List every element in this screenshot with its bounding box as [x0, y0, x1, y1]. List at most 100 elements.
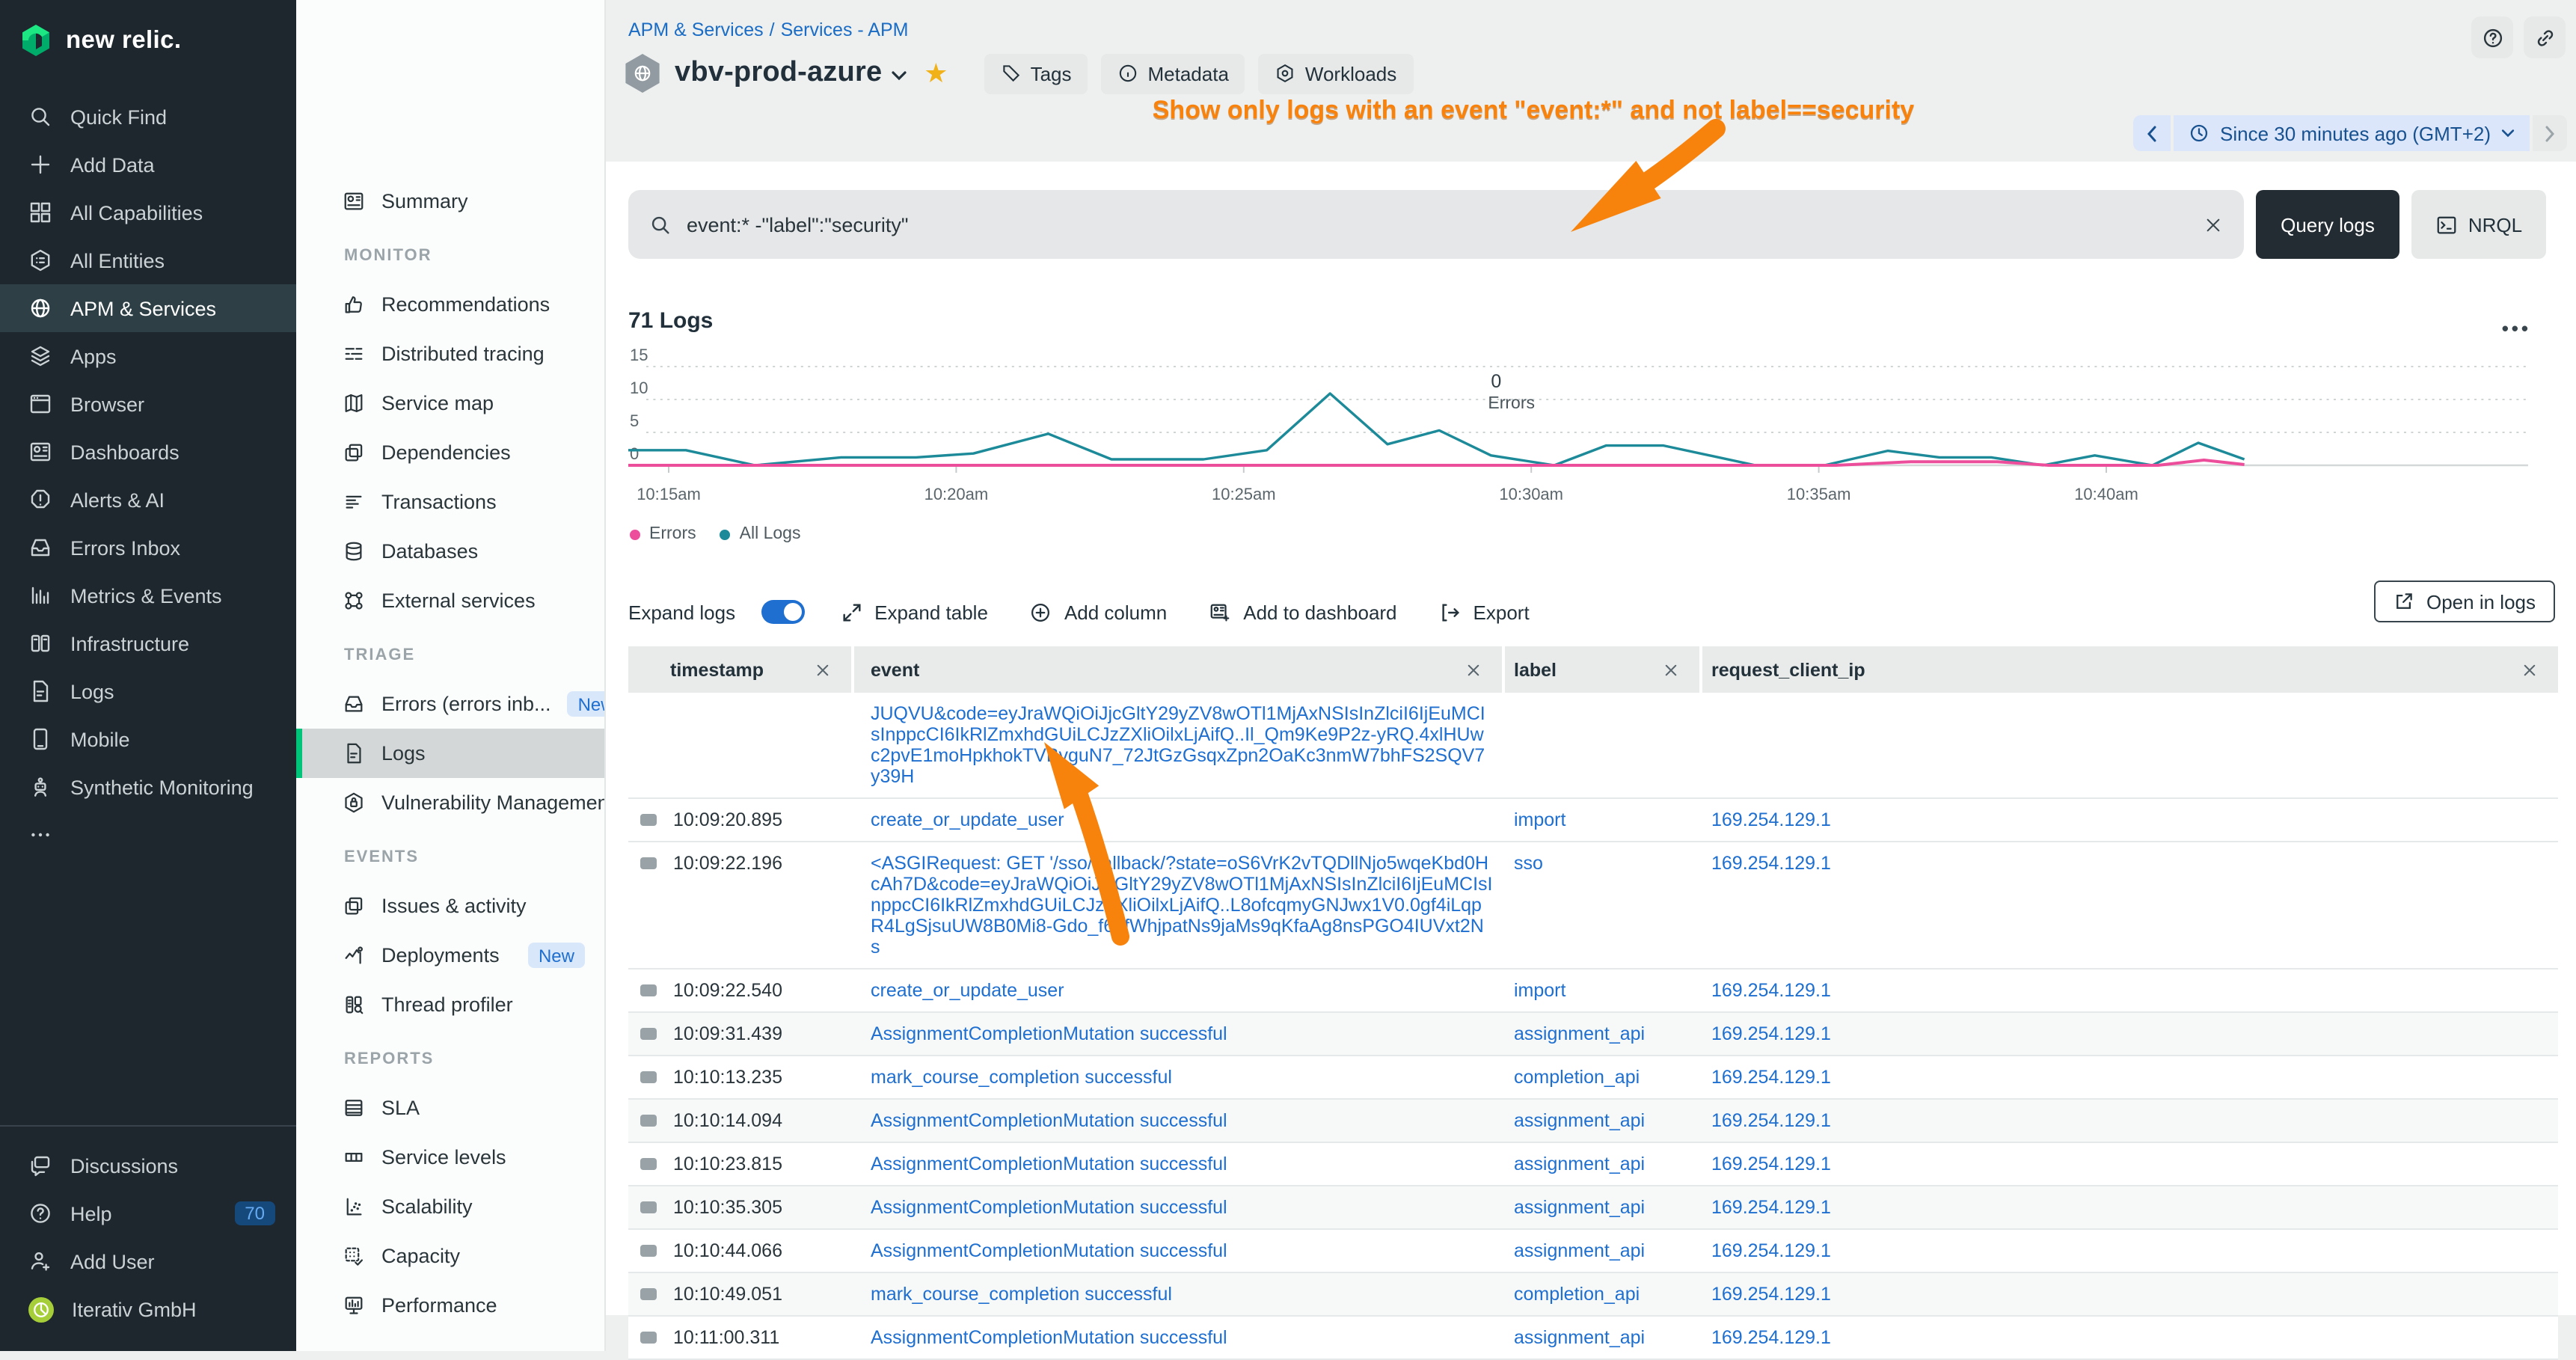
add-column-button[interactable]: Add column: [1030, 601, 1167, 623]
log-event-link[interactable]: <ASGIRequest: GET '/sso/callback/?state=…: [871, 853, 1493, 958]
subnav-item-service-levels[interactable]: Service levels: [296, 1133, 604, 1182]
sidebar-item-help[interactable]: Help70: [0, 1189, 296, 1237]
log-row[interactable]: JUQVU&code=eyJraWQiOiJjcGltY29yZV8wOTl1M…: [628, 693, 2558, 799]
sidebar-item-logs[interactable]: Logs: [0, 667, 296, 715]
subnav-item-deployments[interactable]: DeploymentsNew: [296, 931, 604, 980]
remove-column-icon[interactable]: [1466, 662, 1481, 677]
log-ip-link[interactable]: 169.254.129.1: [1711, 1327, 1831, 1348]
log-ip-link[interactable]: 169.254.129.1: [1711, 980, 1831, 1001]
log-row[interactable]: 10:10:49.051mark_course_completion succe…: [628, 1273, 2558, 1317]
log-label-link[interactable]: completion_api: [1514, 1284, 1640, 1305]
subnav-item-service-map[interactable]: Service map: [296, 379, 604, 428]
log-label-link[interactable]: import: [1514, 980, 1565, 1001]
log-event-link[interactable]: AssignmentCompletionMutation successful: [871, 1110, 1227, 1131]
open-in-logs-button[interactable]: Open in logs: [2374, 581, 2555, 622]
log-label-link[interactable]: assignment_api: [1514, 1197, 1645, 1218]
subnav-item-summary[interactable]: Summary: [296, 177, 604, 226]
query-logs-button[interactable]: Query logs: [2256, 190, 2399, 259]
log-event-link[interactable]: AssignmentCompletionMutation successful: [871, 1240, 1227, 1261]
log-label-link[interactable]: assignment_api: [1514, 1023, 1645, 1044]
log-row[interactable]: 10:09:22.196<ASGIRequest: GET '/sso/call…: [628, 842, 2558, 970]
sidebar-item-browser[interactable]: Browser: [0, 380, 296, 428]
subnav-item-scalability[interactable]: Scalability: [296, 1182, 604, 1231]
column-header-label[interactable]: label: [1505, 646, 1702, 693]
log-ip-link[interactable]: 169.254.129.1: [1711, 1023, 1831, 1044]
subnav-item-logs[interactable]: Logs: [296, 729, 604, 778]
subnav-item-issues-activity[interactable]: Issues & activity: [296, 881, 604, 931]
log-row[interactable]: 10:09:22.540create_or_update_userimport1…: [628, 970, 2558, 1013]
sidebar-item-synthetic-monitoring[interactable]: Synthetic Monitoring: [0, 763, 296, 811]
log-event-link[interactable]: AssignmentCompletionMutation successful: [871, 1197, 1227, 1218]
sidebar-item-apm-services[interactable]: APM & Services: [0, 284, 296, 332]
sidebar-item-infrastructure[interactable]: Infrastructure: [0, 619, 296, 667]
log-row[interactable]: 10:11:00.311AssignmentCompletionMutation…: [628, 1317, 2558, 1360]
time-picker[interactable]: Since 30 minutes ago (GMT+2): [2133, 115, 2567, 151]
log-row[interactable]: 10:09:31.439AssignmentCompletionMutation…: [628, 1013, 2558, 1056]
remove-column-icon[interactable]: [1663, 662, 1678, 677]
time-forward-button[interactable]: [2533, 115, 2567, 151]
help-button[interactable]: [2471, 16, 2513, 58]
subnav-item-sla[interactable]: SLA: [296, 1083, 604, 1133]
subnav-item-vulnerability-management[interactable]: Vulnerability Management: [296, 778, 604, 827]
log-event-link[interactable]: mark_course_completion successful: [871, 1284, 1172, 1305]
log-label-link[interactable]: assignment_api: [1514, 1154, 1645, 1174]
sidebar-item-all-entities[interactable]: All Entities: [0, 236, 296, 284]
log-ip-link[interactable]: 169.254.129.1: [1711, 809, 1831, 830]
entity-title[interactable]: vbv-prod-azure: [675, 57, 882, 90]
nrql-button[interactable]: NRQL: [2411, 190, 2546, 259]
log-event-link[interactable]: mark_course_completion successful: [871, 1067, 1172, 1088]
subnav-item-capacity[interactable]: Capacity: [296, 1231, 604, 1281]
log-ip-link[interactable]: 169.254.129.1: [1711, 1154, 1831, 1174]
breadcrumb-services-apm[interactable]: Services - APM: [781, 19, 909, 40]
subnav-item-dependencies[interactable]: Dependencies: [296, 428, 604, 477]
sidebar-item-metrics-events[interactable]: Metrics & Events: [0, 572, 296, 619]
log-event-link[interactable]: AssignmentCompletionMutation successful: [871, 1327, 1227, 1348]
legend-item-errors[interactable]: Errors: [630, 525, 696, 543]
log-ip-link[interactable]: 169.254.129.1: [1711, 1284, 1831, 1305]
remove-column-icon[interactable]: [815, 662, 830, 677]
chart-options-icon[interactable]: •••: [2502, 317, 2531, 340]
sidebar-item-errors-inbox[interactable]: Errors Inbox: [0, 524, 296, 572]
log-row[interactable]: 10:10:23.815AssignmentCompletionMutation…: [628, 1143, 2558, 1186]
log-ip-link[interactable]: 169.254.129.1: [1711, 1110, 1831, 1131]
workloads-button[interactable]: Workloads: [1259, 53, 1413, 94]
sidebar-item-mobile[interactable]: Mobile: [0, 715, 296, 763]
log-row[interactable]: 10:10:44.066AssignmentCompletionMutation…: [628, 1230, 2558, 1273]
subnav-item-recommendations[interactable]: Recommendations: [296, 280, 604, 329]
remove-column-icon[interactable]: [2522, 662, 2537, 677]
time-back-button[interactable]: [2133, 115, 2171, 151]
permalink-button[interactable]: [2524, 16, 2566, 58]
log-event-link[interactable]: create_or_update_user: [871, 809, 1064, 830]
clear-search-icon[interactable]: [2204, 215, 2223, 234]
breadcrumb-apm-services[interactable]: APM & Services: [628, 19, 764, 40]
sidebar-item-more[interactable]: [0, 811, 296, 859]
sidebar-item-all-capabilities[interactable]: All Capabilities: [0, 189, 296, 236]
sidebar-item-apps[interactable]: Apps: [0, 332, 296, 380]
log-event-link[interactable]: AssignmentCompletionMutation successful: [871, 1154, 1227, 1174]
sidebar-item-quick-find[interactable]: Quick Find: [0, 93, 296, 141]
log-ip-link[interactable]: 169.254.129.1: [1711, 1240, 1831, 1261]
log-label-link[interactable]: assignment_api: [1514, 1327, 1645, 1348]
sidebar-item-discussions[interactable]: Discussions: [0, 1142, 296, 1189]
column-header-event[interactable]: event: [854, 646, 1505, 693]
favorite-star-icon[interactable]: ★: [924, 58, 948, 89]
log-row[interactable]: 10:10:14.094AssignmentCompletionMutation…: [628, 1100, 2558, 1143]
subnav-item-performance[interactable]: Performance: [296, 1281, 604, 1330]
entity-chevron-down-icon[interactable]: [891, 70, 906, 81]
new-relic-logo[interactable]: new relic.: [0, 0, 296, 60]
add-to-dashboard-button[interactable]: Add to dashboard: [1209, 601, 1396, 623]
log-row[interactable]: 10:10:35.305AssignmentCompletionMutation…: [628, 1186, 2558, 1230]
log-row[interactable]: 10:09:20.895create_or_update_userimport1…: [628, 799, 2558, 842]
subnav-item-distributed-tracing[interactable]: Distributed tracing: [296, 329, 604, 379]
expand-logs-toggle[interactable]: Expand logs: [628, 600, 804, 624]
logs-search-input[interactable]: event:* -"label":"security": [628, 190, 2244, 259]
tags-button[interactable]: Tags: [984, 53, 1088, 94]
sidebar-item-iterativ-gmbh[interactable]: Iterativ GmbH: [0, 1285, 296, 1333]
metadata-button[interactable]: Metadata: [1102, 53, 1245, 94]
legend-item-all-logs[interactable]: All Logs: [720, 525, 801, 543]
log-event-link[interactable]: create_or_update_user: [871, 980, 1064, 1001]
log-event-link[interactable]: JUQVU&code=eyJraWQiOiJjcGltY29yZV8wOTl1M…: [871, 703, 1485, 787]
sidebar-item-add-user[interactable]: Add User: [0, 1237, 296, 1285]
log-ip-link[interactable]: 169.254.129.1: [1711, 1067, 1831, 1088]
export-button[interactable]: Export: [1439, 601, 1530, 623]
